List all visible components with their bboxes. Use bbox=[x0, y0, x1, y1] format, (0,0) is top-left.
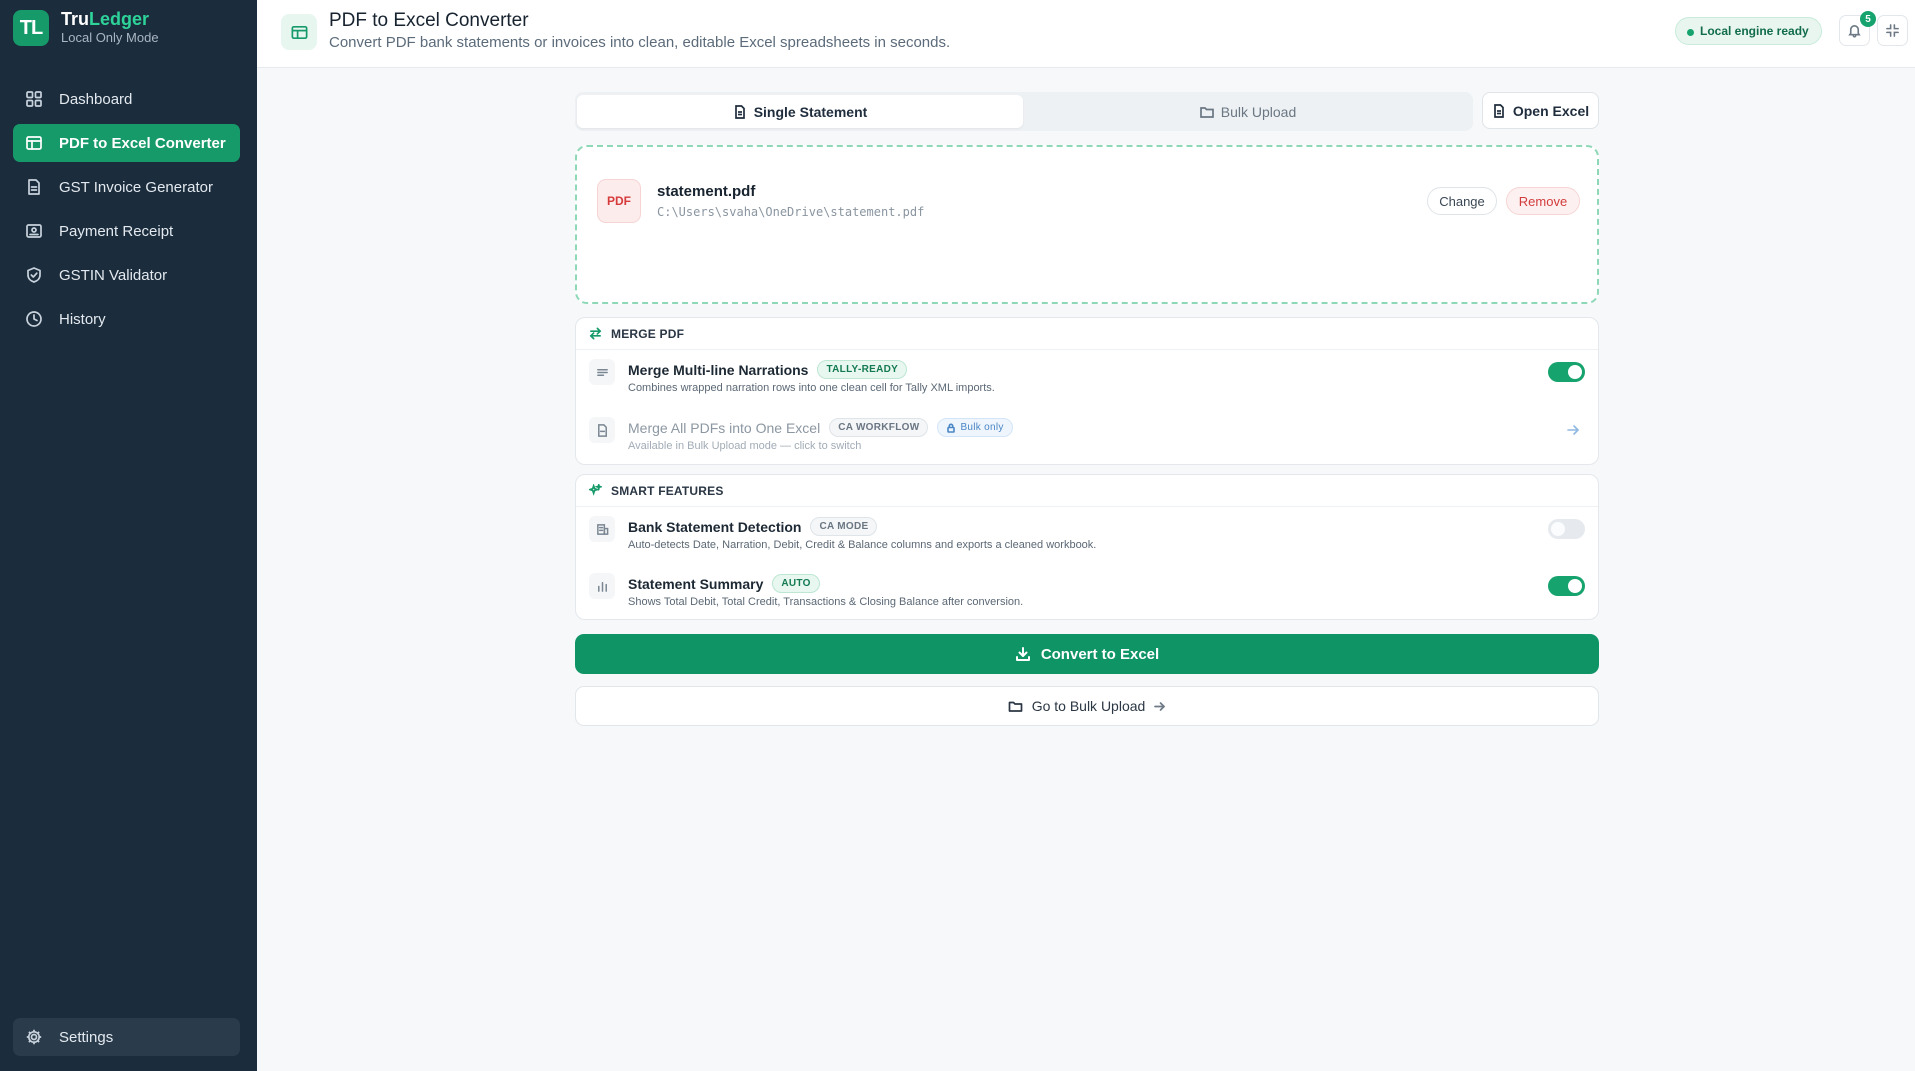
lock-icon bbox=[947, 423, 956, 433]
pdf-file-icon: PDF bbox=[597, 179, 641, 223]
option-title: Statement Summary bbox=[628, 575, 764, 592]
table-icon bbox=[25, 134, 43, 152]
convert-label: Convert to Excel bbox=[1040, 645, 1160, 663]
sidebar-item-pdf-to-excel[interactable]: PDF to Excel Converter bbox=[13, 124, 240, 162]
download-icon bbox=[1015, 647, 1030, 661]
notification-count-badge: 5 bbox=[1860, 11, 1876, 27]
statement-summary-toggle[interactable] bbox=[1548, 576, 1585, 596]
file-path: C:\Users\svaha\OneDrive\statement.pdf bbox=[657, 205, 925, 219]
tab-label: Single Statement bbox=[753, 103, 868, 120]
section-title: SMART FEATURES bbox=[611, 483, 724, 498]
brand-name: TruLedger bbox=[61, 9, 150, 30]
sidebar-item-label: GSTIN Validator bbox=[59, 266, 168, 284]
sparkle-icon bbox=[589, 484, 602, 496]
smart-features-card: SMART FEATURES Bank Statement Detection C… bbox=[575, 474, 1599, 620]
collapse-button[interactable] bbox=[1877, 15, 1908, 46]
sidebar-item-label: PDF to Excel Converter bbox=[59, 134, 226, 152]
folder-icon bbox=[1008, 701, 1023, 712]
sidebar-item-label: Dashboard bbox=[59, 90, 133, 108]
gear-icon bbox=[26, 1029, 42, 1045]
option-merge-narrations: Merge Multi-line Narrations TALLY-READY C… bbox=[576, 351, 1598, 406]
brand[interactable]: TL TruLedger Local Only Mode bbox=[13, 10, 159, 46]
bell-icon bbox=[1848, 25, 1861, 38]
converter-main: Single Statement Bulk Upload Open Excel … bbox=[575, 92, 1599, 726]
collapse-icon bbox=[1886, 24, 1899, 37]
grid-icon bbox=[25, 90, 43, 108]
document-icon bbox=[25, 178, 43, 196]
sidebar-item-history[interactable]: History bbox=[13, 300, 240, 338]
swap-arrows-icon bbox=[589, 327, 602, 340]
page-header: PDF to Excel Converter Convert PDF bank … bbox=[257, 0, 1915, 68]
sidebar-item-label: GST Invoice Generator bbox=[59, 178, 213, 196]
auto-tag: AUTO bbox=[772, 574, 820, 593]
go-to-bulk-upload-button[interactable]: Go to Bulk Upload bbox=[575, 686, 1599, 726]
option-description: Auto-detects Date, Narration, Debit, Cre… bbox=[628, 539, 1097, 551]
go-bulk-label: Go to Bulk Upload bbox=[1031, 698, 1146, 714]
ca-mode-tag: CA MODE bbox=[810, 517, 878, 536]
smart-features-header: SMART FEATURES bbox=[576, 475, 1598, 507]
change-file-button[interactable]: Change bbox=[1427, 187, 1497, 215]
sidebar-item-label: History bbox=[59, 310, 106, 328]
document-icon bbox=[589, 417, 615, 443]
mode-tabs: Single Statement Bulk Upload bbox=[575, 92, 1473, 131]
option-title: Merge All PDFs into One Excel bbox=[628, 419, 821, 436]
sidebar-item-gst-invoice[interactable]: GST Invoice Generator bbox=[13, 168, 240, 206]
tab-label: Bulk Upload bbox=[1220, 103, 1297, 120]
shield-check-icon bbox=[25, 266, 43, 284]
folder-icon bbox=[1199, 106, 1214, 118]
sidebar-nav: Dashboard PDF to Excel Converter GST Inv… bbox=[13, 80, 240, 344]
converter-icon bbox=[281, 14, 317, 50]
ca-workflow-tag: CA WORKFLOW bbox=[829, 418, 929, 437]
tab-single-statement[interactable]: Single Statement bbox=[577, 95, 1023, 128]
bank-detection-toggle[interactable] bbox=[1548, 519, 1585, 539]
sidebar-item-payment-receipt[interactable]: Payment Receipt bbox=[13, 212, 240, 250]
convert-to-excel-button[interactable]: Convert to Excel bbox=[575, 634, 1599, 674]
engine-status-badge: Local engine ready bbox=[1675, 17, 1822, 45]
merge-narrations-toggle[interactable] bbox=[1548, 362, 1585, 382]
brand-subtitle: Local Only Mode bbox=[61, 30, 159, 46]
arrow-right-icon[interactable] bbox=[1566, 423, 1580, 437]
clock-icon bbox=[25, 310, 43, 328]
tab-bulk-upload[interactable]: Bulk Upload bbox=[1025, 95, 1471, 128]
file-name: statement.pdf bbox=[657, 183, 756, 200]
remove-file-button[interactable]: Remove bbox=[1506, 187, 1580, 215]
page-title: PDF to Excel Converter bbox=[329, 10, 529, 31]
sidebar: TL TruLedger Local Only Mode Dashboard P… bbox=[0, 0, 257, 1071]
receipt-icon bbox=[25, 222, 43, 240]
file-dropzone[interactable]: PDF statement.pdf C:\Users\svaha\OneDriv… bbox=[575, 145, 1599, 304]
option-bank-statement-detection: Bank Statement Detection CA MODE Auto-det… bbox=[576, 508, 1598, 563]
sidebar-item-label: Payment Receipt bbox=[59, 222, 174, 240]
section-title: MERGE PDF bbox=[611, 326, 685, 341]
sidebar-item-gstin-validator[interactable]: GSTIN Validator bbox=[13, 256, 240, 294]
file-icon bbox=[734, 104, 745, 119]
merge-pdf-header: MERGE PDF bbox=[576, 318, 1598, 350]
lines-icon bbox=[589, 359, 615, 385]
option-statement-summary: Statement Summary AUTO Shows Total Debit,… bbox=[576, 565, 1598, 620]
settings-label: Settings bbox=[59, 1028, 114, 1046]
option-merge-all-pdfs[interactable]: Merge All PDFs into One Excel CA WORKFLOW… bbox=[576, 409, 1598, 464]
bar-chart-icon bbox=[589, 573, 615, 599]
open-excel-label: Open Excel bbox=[1512, 102, 1590, 119]
merge-pdf-card: MERGE PDF Merge Multi-line Narrations TAL… bbox=[575, 317, 1599, 465]
bulk-only-tag: Bulk only bbox=[937, 418, 1013, 437]
sidebar-item-settings[interactable]: Settings bbox=[13, 1018, 240, 1056]
notifications-button[interactable]: 5 bbox=[1839, 11, 1876, 46]
option-description: Available in Bulk Upload mode — click to… bbox=[628, 440, 862, 452]
option-description: Combines wrapped narration rows into one… bbox=[628, 382, 995, 394]
option-title: Merge Multi-line Narrations bbox=[628, 361, 809, 378]
option-title: Bank Statement Detection bbox=[628, 518, 802, 535]
open-excel-button[interactable]: Open Excel bbox=[1482, 92, 1599, 129]
arrow-right-icon bbox=[1154, 701, 1166, 711]
file-icon bbox=[1494, 103, 1504, 118]
option-description: Shows Total Debit, Total Credit, Transac… bbox=[628, 596, 1024, 608]
bank-building-icon bbox=[589, 516, 615, 542]
page-subtitle: Convert PDF bank statements or invoices … bbox=[329, 34, 951, 51]
sidebar-item-dashboard[interactable]: Dashboard bbox=[13, 80, 240, 118]
brand-logo: TL bbox=[13, 10, 49, 46]
tally-ready-tag: TALLY-READY bbox=[817, 360, 908, 379]
